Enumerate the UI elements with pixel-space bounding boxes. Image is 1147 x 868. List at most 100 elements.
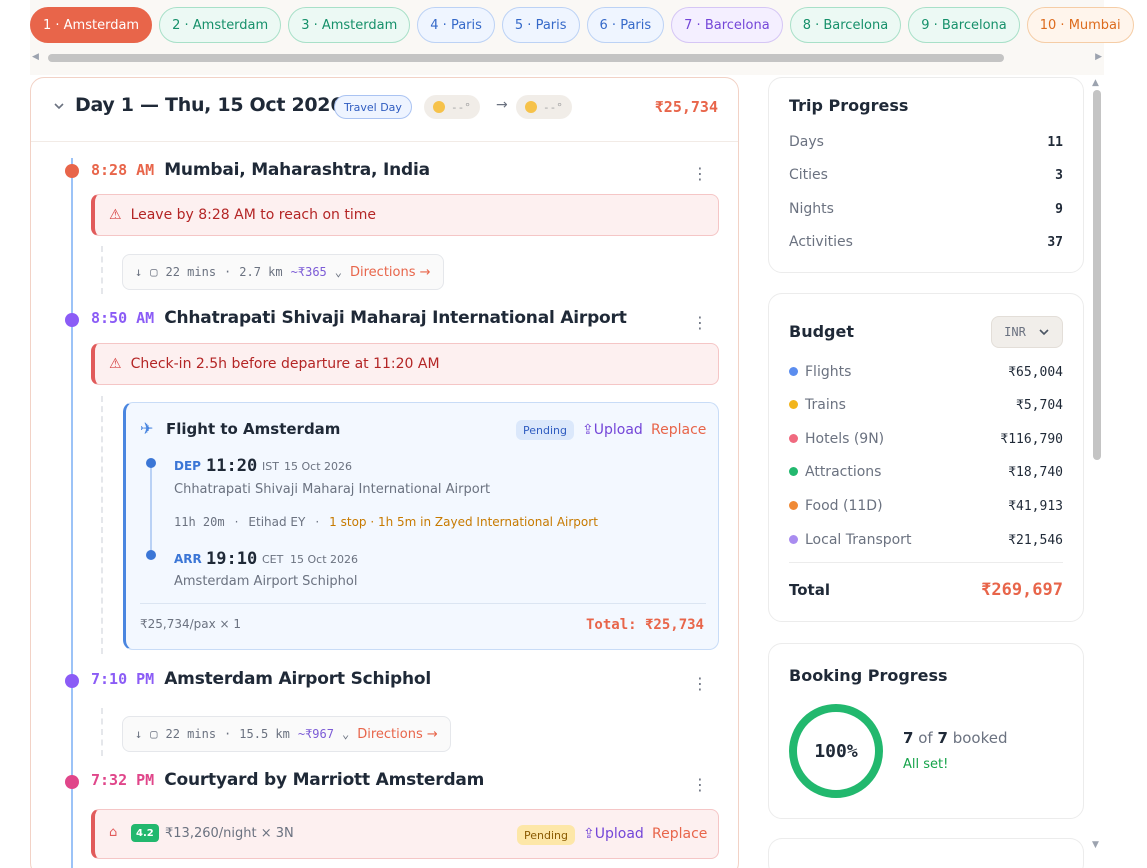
card-title: Trip Progress [789,96,909,115]
stop-name: Amsterdam Airport Schiphol [164,669,431,689]
transit-connector [101,246,103,294]
checkin-alert: ⚠ Check-in 2.5h before departure at 11:2… [91,343,719,385]
budget-row-hotels: Hotels (9N) ₹116,790 [789,431,1063,447]
stop-name: Mumbai, Maharashtra, India [164,160,430,180]
currency-select[interactable]: INR [991,316,1063,348]
booking-progress-card: Booking Progress 100% 7 of 7 booked All … [768,643,1084,819]
divider [140,603,706,604]
day-tab-6[interactable]: 6 · Paris [586,7,665,43]
stat-row: Activities 37 [789,234,1063,250]
status-badge: Pending [516,420,574,440]
directions-link[interactable]: Directions → [357,727,438,742]
day-tab-10[interactable]: 10 · Mumbai [1026,7,1134,43]
more-options-icon[interactable]: ⋮ [692,777,708,793]
day-tabs: 1 · Amsterdam 2 · Amsterdam 3 · Amsterda… [30,7,1134,43]
upload-button[interactable]: ⇪Upload [582,422,643,438]
arr-time: 19:10 [206,549,258,569]
chevron-down-icon[interactable] [53,100,65,112]
timeline-line [71,158,73,868]
sun-icon [525,101,537,113]
weather-from: --° [424,95,480,119]
flight-card[interactable]: ✈ Flight to Amsterdam Pending ⇪Upload Re… [123,402,719,650]
flight-meta: 11h 20m · Etihad EY · 1 stop · 1h 5m in … [174,515,598,529]
scroll-left-icon[interactable]: ◀ [32,52,39,62]
transit-segment-2[interactable]: ↓ ▢ 22 mins · 15.5 km ~₹967 ⌄ Directions… [122,716,451,752]
plane-icon: ✈ [140,419,154,438]
day-tab-4[interactable]: 4 · Paris [417,7,495,43]
hotel-booking-card[interactable]: ⌂ 4.2 ₹13,260/night × 3N Pending ⇪Upload… [91,809,719,859]
dep-airport: Chhatrapati Shivaji Maharaj Internationa… [174,482,491,497]
warning-icon: ⚠ [109,207,122,223]
booking-status: All set! [903,757,949,772]
chevron-down-icon [1039,329,1049,336]
replace-button[interactable]: Replace [651,422,706,438]
scroll-up-icon[interactable]: ▲ [1092,78,1099,88]
home-icon: ⌂ [109,825,118,840]
stop-time: 7:32 PM [91,771,155,789]
hotel-price: ₹13,260/night × 3N [165,826,294,841]
flight-route-line [150,465,152,558]
day-tab-8[interactable]: 8 · Barcelona [789,7,902,43]
stat-row: Nights 9 [789,201,1063,217]
scroll-down-icon[interactable]: ▼ [1092,840,1099,850]
day-tab-3[interactable]: 3 · Amsterdam [288,7,411,43]
vertical-scrollbar[interactable]: ▲ ▼ [1092,78,1102,868]
budget-row-attractions: Attractions ₹18,740 [789,464,1063,480]
dep-tz: IST [262,460,279,473]
day-header[interactable]: Day 1 — Thu, 15 Oct 2026 Travel Day --° … [31,78,738,142]
travel-day-badge: Travel Day [334,95,412,119]
directions-link[interactable]: Directions → [350,265,431,280]
day-tab-9[interactable]: 9 · Barcelona [908,7,1020,43]
rating-badge: 4.2 [131,824,159,842]
day-tab-1[interactable]: 1 · Amsterdam [30,7,153,43]
horizontal-scroll-thumb[interactable] [48,54,1004,62]
stop-name: Chhatrapati Shivaji Maharaj Internationa… [164,308,627,328]
day-card: Day 1 — Thu, 15 Oct 2026 Travel Day --° … [30,77,739,868]
day-title: Day 1 — Thu, 15 Oct 2026 [75,94,344,116]
dep-label: DEP [174,459,201,473]
more-options-icon[interactable]: ⋮ [692,676,708,692]
arr-airport: Amsterdam Airport Schiphol [174,574,358,589]
stop-time: 8:28 AM [91,161,155,179]
next-card [768,838,1084,868]
stop-schiphol[interactable]: 7:10 PM Amsterdam Airport Schiphol [91,669,431,689]
arrival-dot [146,550,156,560]
day-tab-2[interactable]: 2 · Amsterdam [159,7,282,43]
scroll-right-icon[interactable]: ▶ [1095,52,1102,62]
vertical-scroll-thumb[interactable] [1093,90,1101,460]
stop-mumbai-airport[interactable]: 8:50 AM Chhatrapati Shivaji Maharaj Inte… [91,308,627,328]
warning-icon: ⚠ [109,356,122,372]
sun-icon [433,101,445,113]
progress-ring: 100% [789,704,883,798]
dep-date: 15 Oct 2026 [284,460,353,473]
chevron-down-icon[interactable]: ⌄ [342,727,349,741]
weather-to: --° [516,95,572,119]
timeline-dot [65,674,79,688]
day-tab-7[interactable]: 7 · Barcelona [671,7,783,43]
chat-icon: ▢ [150,727,158,741]
chevron-down-icon[interactable]: ⌄ [335,265,342,279]
transit-connector [101,708,103,756]
day-tab-5[interactable]: 5 · Paris [501,7,580,43]
transit-segment-1[interactable]: ↓ ▢ 22 mins · 2.7 km ~₹365 ⌄ Directions … [122,254,444,290]
booked-count: 7 of 7 booked [903,729,1008,747]
upload-button[interactable]: ⇪Upload [583,826,644,842]
budget-row-trains: Trains ₹5,704 [789,397,1063,413]
arrow-right-icon: → [496,97,508,113]
arr-label: ARR [174,552,202,566]
stop-time: 7:10 PM [91,670,155,688]
divider [789,562,1063,563]
replace-button[interactable]: Replace [652,826,707,842]
stop-time: 8:50 AM [91,309,155,327]
stop-name: Courtyard by Marriott Amsterdam [164,770,485,790]
departure-dot [146,458,156,468]
more-options-icon[interactable]: ⋮ [692,166,708,182]
day-cost: ₹25,734 [654,98,718,116]
stop-mumbai[interactable]: 8:28 AM Mumbai, Maharashtra, India [91,160,430,180]
more-options-icon[interactable]: ⋮ [692,315,708,331]
chat-icon: ▢ [150,265,158,279]
arrow-down-icon: ↓ [135,727,143,741]
stop-hotel[interactable]: 7:32 PM Courtyard by Marriott Amsterdam [91,770,484,790]
horizontal-scrollbar[interactable]: ◀ ▶ [30,52,1104,64]
budget-total-row: Total ₹269,697 [789,580,1063,600]
